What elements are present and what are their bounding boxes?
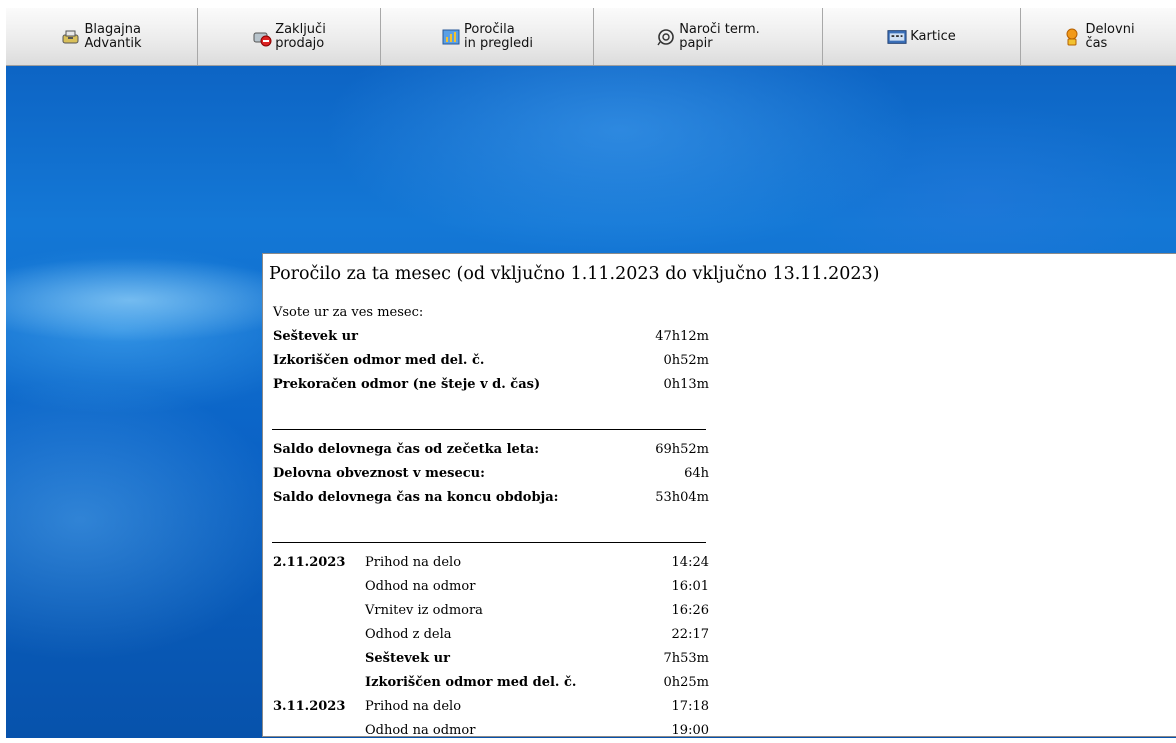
- left-edge: [0, 0, 6, 743]
- entry-event: Prihod na delo: [365, 555, 462, 570]
- summary-heading-row: Vsote ur za ves mesec:: [273, 305, 709, 329]
- balance-value: 64h: [684, 466, 709, 481]
- day-entry-row: Odhod na odmor 16:01: [273, 579, 709, 603]
- balance-label: Delovna obveznost v mesecu:: [273, 466, 485, 481]
- button-label-line1: Naroči term.: [679, 21, 760, 37]
- day-date: 2.11.2023: [273, 555, 346, 570]
- button-label-line1: Delovni: [1085, 21, 1135, 37]
- entry-event: Vrnitev iz odmora: [365, 603, 483, 618]
- reports-icon: [441, 27, 461, 47]
- entry-time: 16:26: [671, 603, 709, 618]
- entry-event: Odhod na odmor: [365, 723, 476, 737]
- balance-row: Saldo delovnega čas na koncu obdobja: 53…: [273, 490, 709, 514]
- order-paper-button[interactable]: Naroči term. papir: [594, 8, 823, 65]
- day-total-row: Seštevek ur 7h53m: [273, 651, 709, 675]
- entry-event: Izkoriščen odmor med del. č.: [365, 675, 577, 690]
- summary-value: 0h13m: [663, 377, 709, 392]
- report-title: Poročilo za ta mesec (od vključno 1.11.2…: [269, 264, 880, 284]
- button-label-line1: Kartice: [910, 28, 956, 44]
- top-strip: [0, 0, 1176, 8]
- balance-label: Saldo delovnega čas na koncu obdobja:: [273, 490, 559, 505]
- cash-register-icon: [61, 27, 81, 47]
- button-label-line2: Advantik: [84, 35, 142, 51]
- balance-value: 53h04m: [655, 490, 709, 505]
- bottom-edge: [0, 738, 1176, 743]
- cards-button[interactable]: Kartice: [823, 8, 1021, 65]
- button-label-line1: Blagajna: [84, 21, 142, 37]
- day-entry-row: 3.11.2023 Prihod na delo 17:18: [273, 699, 709, 723]
- reports-button[interactable]: Poročila in pregledi: [381, 8, 594, 65]
- entry-time: 16:01: [671, 579, 709, 594]
- cash-register-button[interactable]: Blagajna Advantik: [6, 8, 198, 65]
- day-entry-row: Odhod z dela 22:17: [273, 627, 709, 651]
- summary-row: Izkoriščen odmor med del. č. 0h52m: [273, 353, 709, 377]
- summary-heading: Vsote ur za ves mesec:: [273, 305, 424, 320]
- balance-value: 69h52m: [655, 442, 709, 457]
- entry-time: 14:24: [671, 555, 709, 570]
- entry-time: 0h25m: [663, 675, 709, 690]
- entry-time: 22:17: [671, 627, 709, 642]
- button-label-line2: prodajo: [275, 35, 325, 51]
- summary-label: Izkoriščen odmor med del. č.: [273, 353, 485, 368]
- entry-time: 19:00: [671, 723, 709, 737]
- button-label-line1: Poročila: [463, 21, 515, 37]
- day-total-row: Izkoriščen odmor med del. č. 0h25m: [273, 675, 709, 699]
- entry-event: Seštevek ur: [365, 651, 450, 666]
- close-sale-button[interactable]: Zaključi prodajo: [198, 8, 381, 65]
- button-label-line2: in pregledi: [463, 35, 534, 51]
- summary-value: 0h52m: [663, 353, 709, 368]
- balance-row: Saldo delovnega čas od zečetka leta: 69h…: [273, 442, 709, 466]
- balance-row: Delovna obveznost v mesecu: 64h: [273, 466, 709, 490]
- entry-time: 7h53m: [663, 651, 709, 666]
- main-toolbar: Blagajna Advantik Zaključi prodajo Poroč…: [6, 8, 1176, 66]
- entry-time: 17:18: [671, 699, 709, 714]
- balance-label: Saldo delovnega čas od zečetka leta:: [273, 442, 540, 457]
- separator-line: [272, 542, 706, 543]
- entry-event: Odhod z dela: [365, 627, 452, 642]
- summary-label: Prekoračen odmor (ne šteje v d. čas): [273, 377, 541, 392]
- summary-label: Seštevek ur: [273, 329, 358, 344]
- summary-value: 47h12m: [655, 329, 709, 344]
- day-entry-row: 2.11.2023 Prihod na delo 14:24: [273, 555, 709, 579]
- day-entry-row: Vrnitev iz odmora 16:26: [273, 603, 709, 627]
- summary-row: Seštevek ur 47h12m: [273, 329, 709, 353]
- monthly-report-panel[interactable]: Poročilo za ta mesec (od vključno 1.11.2…: [262, 253, 1176, 737]
- entry-event: Prihod na delo: [365, 699, 462, 714]
- cards-icon: [887, 27, 907, 47]
- entry-event: Odhod na odmor: [365, 579, 476, 594]
- separator-line: [272, 429, 706, 430]
- close-sale-icon: [252, 27, 272, 47]
- work-time-button[interactable]: Delovni čas: [1021, 8, 1176, 65]
- button-label-line1: Zaključi: [275, 21, 326, 37]
- button-label-line2: papir: [679, 35, 713, 51]
- work-time-icon: [1062, 27, 1082, 47]
- day-entry-row: Odhod na odmor 19:00: [273, 723, 709, 737]
- summary-row: Prekoračen odmor (ne šteje v d. čas) 0h1…: [273, 377, 709, 401]
- day-date: 3.11.2023: [273, 699, 346, 714]
- paper-roll-icon: [656, 27, 676, 47]
- button-label-line2: čas: [1085, 35, 1108, 51]
